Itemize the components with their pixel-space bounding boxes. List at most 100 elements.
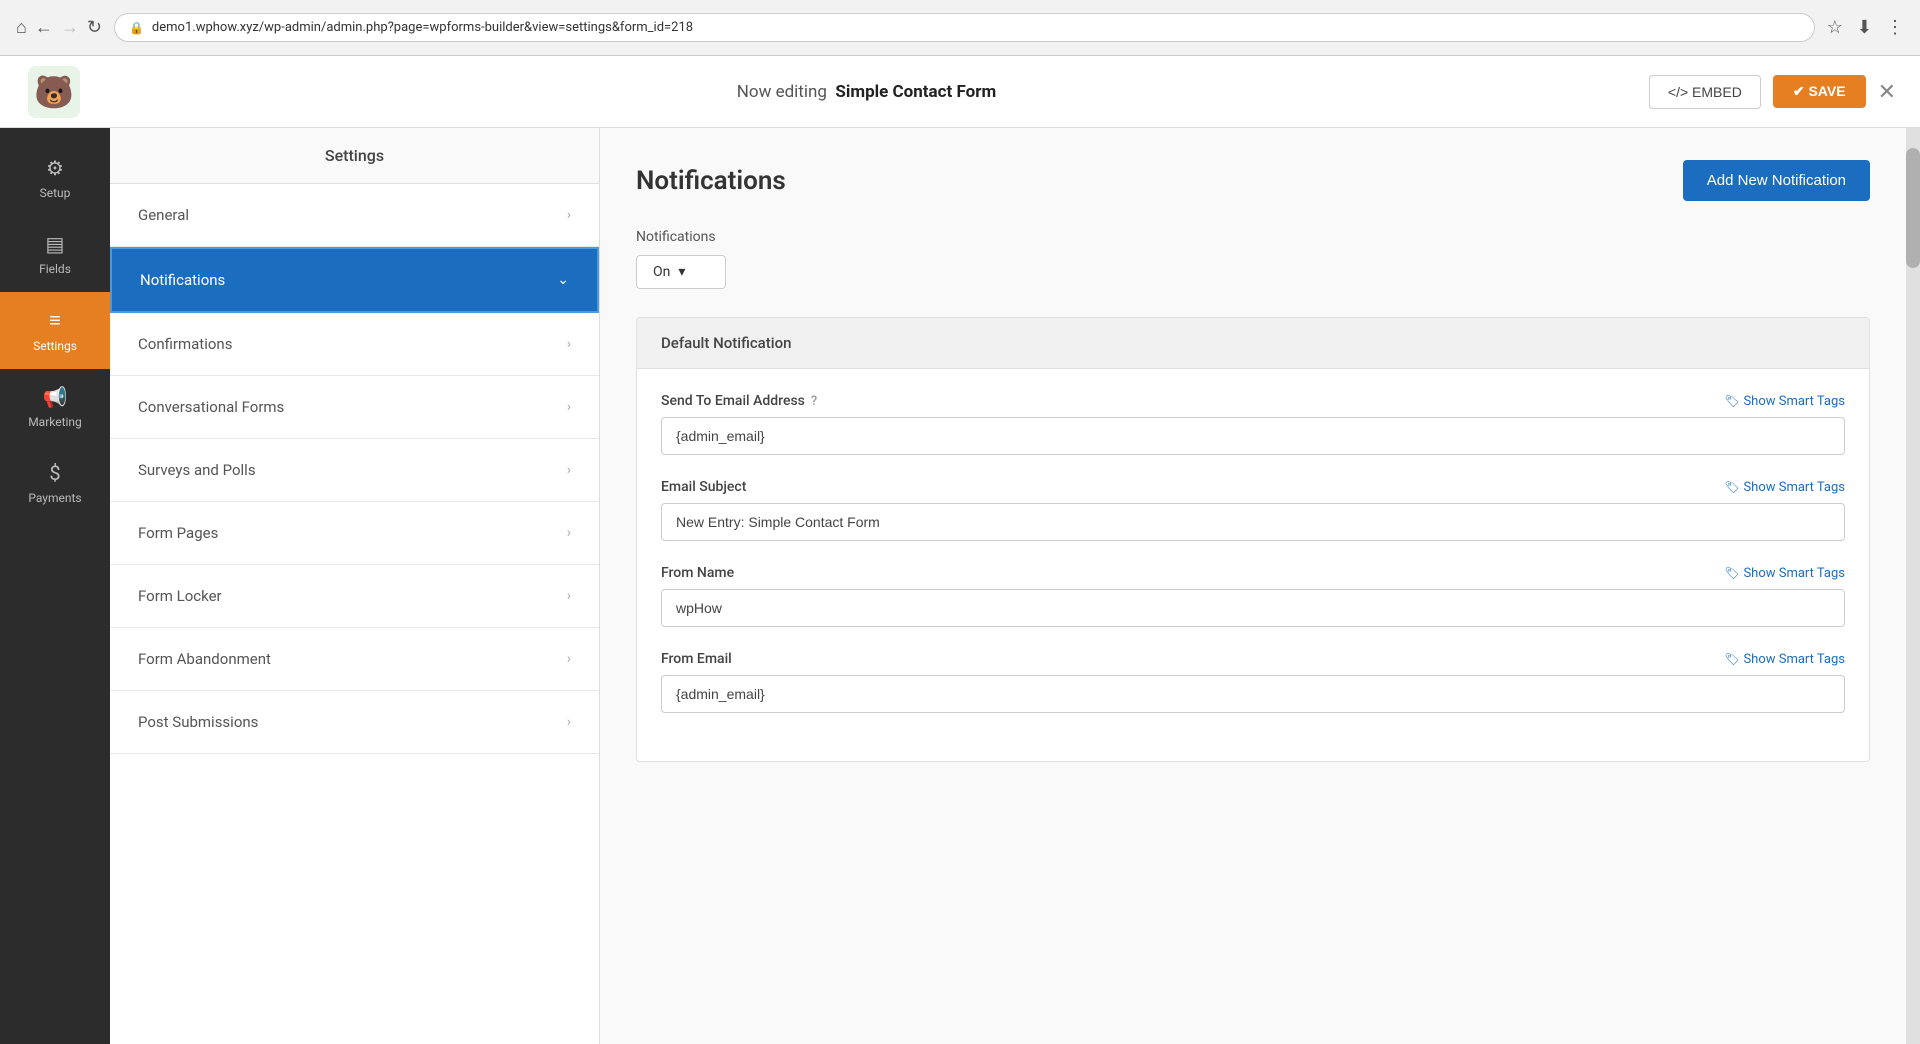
sidebar-label-marketing: Marketing xyxy=(28,415,82,429)
settings-menu-notifications[interactable]: Notifications ⌄ xyxy=(110,247,599,313)
settings-sidebar: Settings General › Notifications ⌄ Confi… xyxy=(110,128,600,1044)
app-header: 🐻 Now editing Simple Contact Form </> EM… xyxy=(0,56,1920,128)
lock-icon: 🔒 xyxy=(129,21,144,35)
settings-menu-conversational-forms[interactable]: Conversational Forms › xyxy=(110,376,599,439)
email-subject-input[interactable] xyxy=(661,503,1845,541)
download-icon[interactable]: ⬇ xyxy=(1857,17,1872,38)
show-smart-tags-label-3: Show Smart Tags xyxy=(1743,566,1845,581)
from-email-input[interactable] xyxy=(661,675,1845,713)
sidebar-label-settings: Settings xyxy=(33,339,77,353)
help-icon-send-to-email[interactable]: ? xyxy=(811,394,817,409)
chevron-right-icon-7: › xyxy=(567,651,571,667)
send-to-email-label-row: Send To Email Address ? 🏷 Show Smart Tag… xyxy=(661,393,1845,409)
browser-nav: ⌂ ← → ↻ xyxy=(16,17,102,38)
notifications-toggle-label: Notifications xyxy=(636,229,1870,245)
show-smart-tags-email-subject[interactable]: 🏷 Show Smart Tags xyxy=(1724,480,1845,495)
chevron-right-icon-4: › xyxy=(567,462,571,478)
from-email-label-row: From Email 🏷 Show Smart Tags xyxy=(661,651,1845,667)
notifications-toggle-group: Notifications On ▾ xyxy=(636,229,1870,289)
sidebar-item-settings[interactable]: ≡ Settings xyxy=(0,292,110,369)
close-button[interactable]: ✕ xyxy=(1878,79,1896,105)
settings-menu-form-abandonment[interactable]: Form Abandonment › xyxy=(110,628,599,691)
reload-icon[interactable]: ↻ xyxy=(87,17,102,38)
settings-menu-notifications-label: Notifications xyxy=(140,271,225,289)
settings-menu-form-pages[interactable]: Form Pages › xyxy=(110,502,599,565)
settings-menu-form-locker[interactable]: Form Locker › xyxy=(110,565,599,628)
logo-bear-icon: 🐻 xyxy=(28,66,80,118)
browser-chrome: ⌂ ← → ↻ 🔒 demo1.wphow.xyz/wp-admin/admin… xyxy=(0,0,1920,56)
default-notification-panel: Default Notification Send To Email Addre… xyxy=(636,317,1870,762)
chevron-right-icon-3: › xyxy=(567,399,571,415)
notifications-select: On ▾ xyxy=(636,255,1870,289)
from-name-input[interactable] xyxy=(661,589,1845,627)
email-subject-label: Email Subject xyxy=(661,479,746,495)
settings-menu-form-abandonment-label: Form Abandonment xyxy=(138,650,271,668)
from-email-label-text: From Email xyxy=(661,651,732,667)
sidebar-item-marketing[interactable]: 📢 Marketing xyxy=(0,369,110,445)
main-content: Notifications Add New Notification Notif… xyxy=(600,128,1906,1044)
email-subject-group: Email Subject 🏷 Show Smart Tags xyxy=(661,479,1845,541)
chevron-right-icon-5: › xyxy=(567,525,571,541)
notifications-dropdown[interactable]: On ▾ xyxy=(636,255,726,289)
default-notification-header: Default Notification xyxy=(637,318,1869,369)
settings-header-title: Settings xyxy=(110,128,599,184)
bookmark-icon[interactable]: ☆ xyxy=(1827,17,1843,38)
url-text: demo1.wphow.xyz/wp-admin/admin.php?page=… xyxy=(152,20,693,35)
page-title: Notifications xyxy=(636,166,786,196)
settings-menu-post-submissions[interactable]: Post Submissions › xyxy=(110,691,599,754)
app-header-actions: </> EMBED ✔ SAVE ✕ xyxy=(1649,75,1896,109)
address-bar[interactable]: 🔒 demo1.wphow.xyz/wp-admin/admin.php?pag… xyxy=(114,13,1815,42)
sidebar-item-fields[interactable]: ▤ Fields xyxy=(0,216,110,292)
add-new-notification-button[interactable]: Add New Notification xyxy=(1683,160,1870,201)
content-header: Notifications Add New Notification xyxy=(636,160,1870,201)
back-icon[interactable]: ← xyxy=(35,17,53,38)
send-to-email-label: Send To Email Address ? xyxy=(661,393,817,409)
chevron-down-select-icon: ▾ xyxy=(678,264,685,280)
settings-menu-conversational-forms-label: Conversational Forms xyxy=(138,398,284,416)
right-scrollbar[interactable] xyxy=(1906,128,1920,1044)
send-to-email-group: Send To Email Address ? 🏷 Show Smart Tag… xyxy=(661,393,1845,455)
settings-menu-general-label: General xyxy=(138,206,189,224)
notifications-value: On xyxy=(653,264,670,280)
home-icon[interactable]: ⌂ xyxy=(16,17,27,38)
chevron-right-icon-6: › xyxy=(567,588,571,604)
app-logo: 🐻 xyxy=(24,62,84,122)
main-layout: ⚙ Setup ▤ Fields ≡ Settings 📢 Marketing … xyxy=(0,128,1920,1044)
from-name-label: From Name xyxy=(661,565,734,581)
settings-menu-confirmations[interactable]: Confirmations › xyxy=(110,313,599,376)
from-email-group: From Email 🏷 Show Smart Tags xyxy=(661,651,1845,713)
tag-icon-1: 🏷 xyxy=(1724,394,1739,408)
settings-menu-general[interactable]: General › xyxy=(110,184,599,247)
scrollbar-thumb xyxy=(1906,148,1920,268)
sidebar-label-fields: Fields xyxy=(39,262,71,276)
sidebar-item-payments[interactable]: $ Payments xyxy=(0,445,110,521)
sidebar-label-setup: Setup xyxy=(40,186,71,200)
from-name-group: From Name 🏷 Show Smart Tags xyxy=(661,565,1845,627)
sidebar-item-setup[interactable]: ⚙ Setup xyxy=(0,140,110,216)
save-button[interactable]: ✔ SAVE xyxy=(1773,75,1866,108)
chevron-right-icon-8: › xyxy=(567,714,571,730)
browser-actions: ☆ ⬇ ⋮ xyxy=(1827,17,1904,38)
from-name-label-row: From Name 🏷 Show Smart Tags xyxy=(661,565,1845,581)
email-subject-label-row: Email Subject 🏷 Show Smart Tags xyxy=(661,479,1845,495)
embed-button[interactable]: </> EMBED xyxy=(1649,75,1761,109)
show-smart-tags-from-email[interactable]: 🏷 Show Smart Tags xyxy=(1724,652,1845,667)
chevron-down-icon: ⌄ xyxy=(557,272,569,288)
settings-menu-post-submissions-label: Post Submissions xyxy=(138,713,258,731)
setup-icon: ⚙ xyxy=(46,156,64,180)
menu-icon[interactable]: ⋮ xyxy=(1886,17,1904,38)
chevron-right-icon: › xyxy=(567,207,571,223)
settings-menu-surveys-polls-label: Surveys and Polls xyxy=(138,461,256,479)
settings-menu-form-pages-label: Form Pages xyxy=(138,524,218,542)
send-to-email-input[interactable] xyxy=(661,417,1845,455)
marketing-icon: 📢 xyxy=(43,385,68,409)
settings-menu-surveys-polls[interactable]: Surveys and Polls › xyxy=(110,439,599,502)
send-to-email-label-text: Send To Email Address xyxy=(661,393,805,409)
show-smart-tags-from-name[interactable]: 🏷 Show Smart Tags xyxy=(1724,566,1845,581)
icon-sidebar: ⚙ Setup ▤ Fields ≡ Settings 📢 Marketing … xyxy=(0,128,110,1044)
payments-icon: $ xyxy=(49,461,60,485)
tag-icon-2: 🏷 xyxy=(1724,480,1739,494)
settings-menu-form-locker-label: Form Locker xyxy=(138,587,222,605)
forward-icon[interactable]: → xyxy=(61,17,79,38)
show-smart-tags-send-to-email[interactable]: 🏷 Show Smart Tags xyxy=(1724,394,1845,409)
